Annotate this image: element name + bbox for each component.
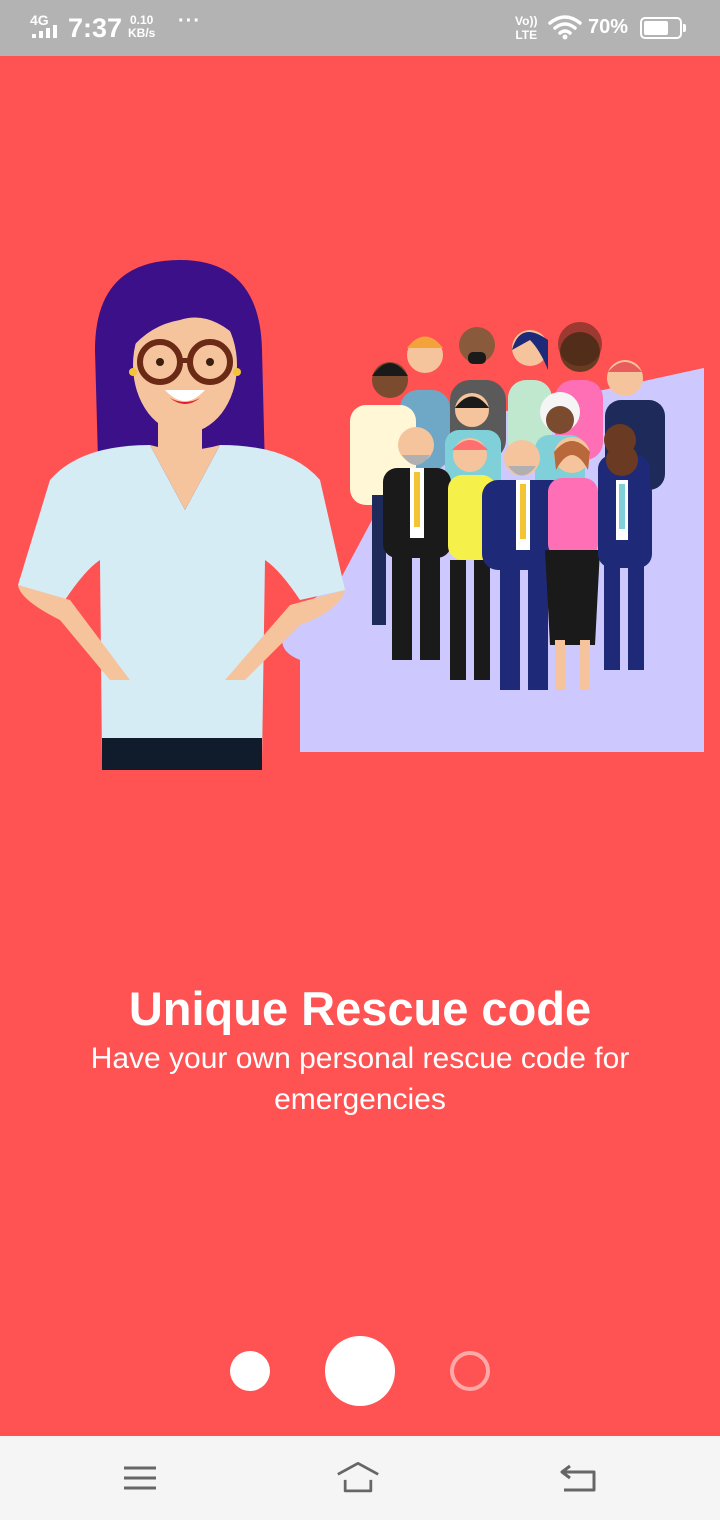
page-dot-1[interactable] (230, 1351, 270, 1391)
clock: 7:37 (68, 13, 123, 43)
menu-icon[interactable] (118, 1458, 162, 1498)
battery-fill (644, 21, 668, 35)
volte-indicator: Vo)) LTE (515, 14, 537, 42)
status-bar: 4G 7:37 0.10 KB/s ··· Vo)) LTE 70% (0, 0, 720, 56)
battery-percent: 70% (588, 16, 629, 38)
page-dot-3[interactable] (450, 1351, 490, 1391)
network-type: 4G (30, 12, 49, 28)
onboarding-title: Unique Rescue code (128, 982, 592, 1035)
page-dot-2-active[interactable] (325, 1336, 395, 1406)
lte-label: LTE (515, 28, 538, 42)
back-icon[interactable] (556, 1458, 600, 1498)
wifi-icon (548, 15, 582, 40)
onboarding-subtitle: Have your own personal rescue code for e… (90, 1042, 630, 1116)
woman-with-glasses (18, 260, 345, 770)
battery-icon (640, 17, 686, 39)
volte-label: Vo)) (515, 14, 538, 28)
page-indicator (0, 1336, 720, 1406)
cellular-signal-icon: 4G (30, 12, 60, 40)
system-nav-bar (0, 1436, 720, 1520)
speed-unit: KB/s (128, 26, 156, 40)
crowd-of-people (350, 322, 665, 690)
notification-overflow: ··· (178, 10, 201, 32)
network-speed: 0.10 KB/s (128, 14, 155, 40)
onboarding-illustration (18, 260, 704, 770)
home-icon[interactable] (336, 1458, 380, 1498)
